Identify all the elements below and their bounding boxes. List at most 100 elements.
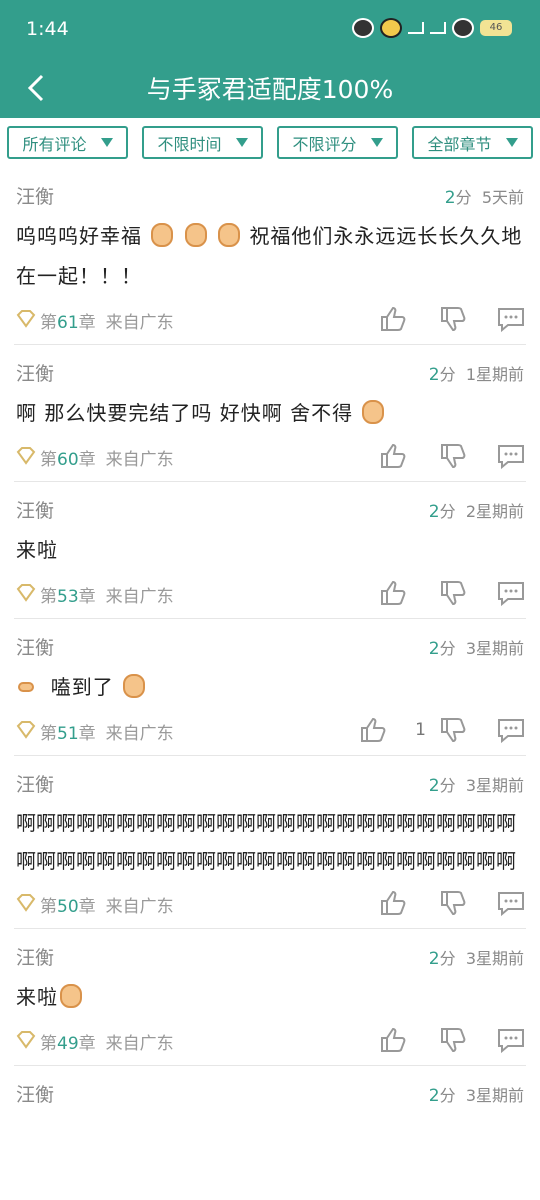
comment-item: 汪衡 2分 5天前 呜呜呜好幸福 祝福他们永永远远长长久久地在一起！！！ 第61…: [14, 168, 526, 345]
thumbs-up-icon[interactable]: [378, 441, 408, 471]
comment-text: 啊 那么快要完结了吗 好快啊 舍不得: [14, 387, 526, 433]
pray-emoji-icon: [184, 223, 207, 247]
diamond-badge-icon: [16, 447, 36, 465]
diamond-badge-icon: [16, 894, 36, 912]
filter-label: 全部章节: [427, 134, 492, 154]
filter-chapters[interactable]: 全部章节: [412, 126, 533, 159]
comment-bubble-icon[interactable]: [496, 1025, 526, 1055]
thumbs-up-icon[interactable]: [378, 888, 408, 918]
diamond-badge-icon: [16, 1031, 36, 1049]
comment-user[interactable]: 汪衡: [16, 770, 54, 797]
chapter-source[interactable]: 第50章 来自广东: [40, 892, 174, 917]
comment-user[interactable]: 汪衡: [16, 182, 54, 209]
chapter-prefix: 第: [40, 587, 57, 607]
comment-score: 2: [428, 949, 440, 969]
crying-emoji-icon: [362, 400, 385, 424]
status-bar: 1:44 46: [0, 0, 540, 60]
comment-user[interactable]: 汪衡: [16, 943, 54, 970]
notification-icon: [352, 18, 374, 38]
chapter-suffix: 章: [78, 724, 96, 744]
thumbs-down-icon[interactable]: [438, 715, 468, 745]
chapter-prefix: 第: [40, 897, 57, 917]
thumbs-up-icon[interactable]: [378, 578, 408, 608]
chapter-number: 61: [57, 313, 79, 333]
chapter-source[interactable]: 第53章 来自广东: [40, 582, 174, 607]
location: 来自广东: [105, 313, 174, 333]
app-header: 1:44 46 与手冢君适配度100%: [0, 0, 540, 118]
comment-text-part: 啊啊啊啊啊啊啊啊啊啊啊啊啊啊啊啊啊啊啊啊啊啊啊啊啊啊啊啊啊啊啊啊啊啊啊啊啊啊啊啊…: [16, 811, 516, 873]
comment-score: 2: [428, 1086, 440, 1106]
comment-text: 来啦: [14, 971, 526, 1017]
comment-meta: 2分 1星期前: [429, 361, 524, 385]
chapter-source[interactable]: 第49章 来自广东: [40, 1029, 174, 1054]
chapter-number: 50: [57, 897, 79, 917]
smile-emoji-icon: [123, 674, 146, 698]
thumbs-up-icon[interactable]: [358, 715, 388, 745]
comment-text-part: 呜呜呜好幸福: [16, 224, 142, 248]
comment-score: 2: [428, 502, 440, 522]
filter-score[interactable]: 不限评分: [277, 126, 398, 159]
thumbs-down-icon[interactable]: [438, 578, 468, 608]
comment-user[interactable]: 汪衡: [16, 359, 54, 386]
comment-bubble-icon[interactable]: [496, 578, 526, 608]
comment-bubble-icon[interactable]: [496, 304, 526, 334]
signal-icon-2: [430, 22, 446, 34]
chapter-source[interactable]: 第60章 来自广东: [40, 445, 174, 470]
diamond-badge-icon: [16, 584, 36, 602]
chapter-source[interactable]: 第61章 来自广东: [40, 308, 174, 333]
comment-meta: 2分 5天前: [445, 184, 524, 208]
score-unit: 分: [439, 365, 456, 384]
page-title: 与手冢君适配度100%: [146, 75, 394, 104]
filter-label: 所有评论: [22, 134, 87, 154]
filter-time[interactable]: 不限时间: [142, 126, 263, 159]
comment-bubble-icon[interactable]: [496, 888, 526, 918]
smile-emoji-icon: [60, 984, 82, 1008]
comment-meta: 2分 3星期前: [429, 945, 524, 969]
status-time: 1:44: [26, 18, 69, 40]
dropdown-arrow-icon: [100, 138, 113, 147]
thumbs-down-icon[interactable]: [438, 1025, 468, 1055]
chapter-suffix: 章: [78, 587, 96, 607]
comment-text-part: 来啦: [16, 538, 58, 562]
comment-meta: 2分 2星期前: [429, 498, 524, 522]
pray-emoji-icon: [151, 223, 174, 247]
comment-time: 3星期前: [465, 639, 524, 658]
comment-bubble-icon[interactable]: [496, 715, 526, 745]
comment-score: 2: [428, 639, 440, 659]
thumbs-up-icon[interactable]: [378, 304, 408, 334]
candy-emoji-icon: [18, 682, 34, 692]
comment-time: 3星期前: [465, 776, 524, 795]
filter-all-comments[interactable]: 所有评论: [7, 126, 128, 159]
thumbs-up-icon[interactable]: [378, 1025, 408, 1055]
thumbs-down-icon[interactable]: [438, 441, 468, 471]
location: 来自广东: [105, 1034, 174, 1054]
thumbs-down-icon[interactable]: [438, 888, 468, 918]
dropdown-arrow-icon: [235, 138, 248, 147]
location: 来自广东: [105, 450, 174, 470]
comment-item: 汪衡 2分 2星期前 来啦 第53章 来自广东: [14, 482, 526, 619]
location: 来自广东: [105, 897, 174, 917]
comment-user[interactable]: 汪衡: [16, 633, 54, 660]
score-unit: 分: [439, 639, 456, 658]
comment-text-part: 啊 那么快要完结了吗 好快啊 舍不得: [16, 401, 354, 425]
thumbs-down-icon[interactable]: [438, 304, 468, 334]
comment-time: 1星期前: [465, 365, 524, 384]
comment-text-part: 嗑到了: [50, 675, 114, 699]
comment-user[interactable]: 汪衡: [16, 1080, 54, 1107]
chapter-prefix: 第: [40, 724, 57, 744]
chapter-suffix: 章: [78, 450, 96, 470]
location: 来自广东: [105, 587, 174, 607]
comment-text-part: 来啦: [16, 985, 58, 1009]
chapter-source[interactable]: 第51章 来自广东: [40, 719, 174, 744]
diamond-badge-icon: [16, 721, 36, 739]
score-unit: 分: [439, 776, 456, 795]
wifi-icon: [452, 18, 474, 38]
comment-user[interactable]: 汪衡: [16, 496, 54, 523]
score-unit: 分: [439, 949, 456, 968]
comment-meta: 2分 3星期前: [429, 635, 524, 659]
comment-text: 来啦: [14, 524, 526, 570]
chapter-prefix: 第: [40, 313, 57, 333]
location: 来自广东: [105, 724, 174, 744]
comment-bubble-icon[interactable]: [496, 441, 526, 471]
comment-text: 呜呜呜好幸福 祝福他们永永远远长长久久地在一起！！！: [14, 210, 526, 296]
